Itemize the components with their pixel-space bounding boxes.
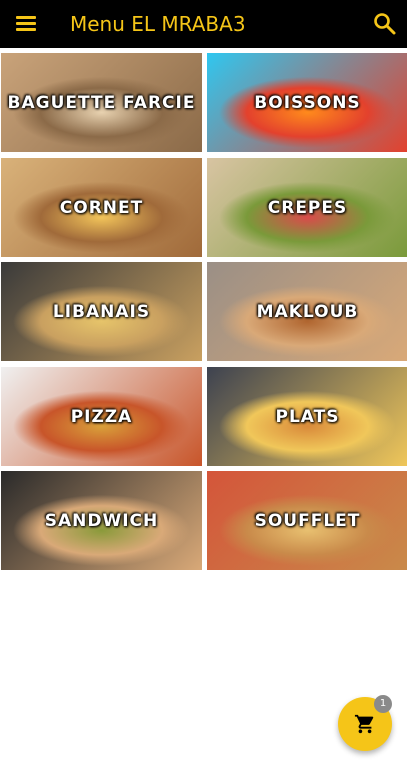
category-image [207, 471, 407, 570]
category-image [1, 262, 202, 361]
category-tile-soufflet[interactable]: SOUFFLET [207, 471, 407, 570]
category-tile-pizza[interactable]: PIZZA [1, 367, 202, 466]
search-icon[interactable] [372, 11, 398, 37]
category-image [1, 158, 202, 257]
category-image [1, 471, 202, 570]
category-image [1, 53, 202, 152]
cart-count-badge: 1 [374, 695, 392, 713]
category-image [207, 158, 407, 257]
category-tile-crepes[interactable]: CREPES [207, 158, 407, 257]
hamburger-menu-icon[interactable] [14, 12, 38, 36]
category-tile-sandwich[interactable]: SANDWICH [1, 471, 202, 570]
app-bar: Menu EL MRABA3 [0, 0, 407, 48]
category-tile-cornet[interactable]: CORNET [1, 158, 202, 257]
category-image [207, 367, 407, 466]
shopping-cart-icon [354, 714, 374, 734]
category-tile-makloub[interactable]: MAKLOUB [207, 262, 407, 361]
page-title: Menu EL MRABA3 [70, 12, 246, 36]
category-tile-plats[interactable]: PLATS [207, 367, 407, 466]
category-tile-boissons[interactable]: BOISSONS [207, 53, 407, 152]
category-image [207, 53, 407, 152]
category-image [207, 262, 407, 361]
category-tile-baguette-farcie[interactable]: BAGUETTE FARCIE [1, 53, 202, 152]
category-tile-libanais[interactable]: LIBANAIS [1, 262, 202, 361]
cart-button[interactable]: 1 [338, 695, 392, 751]
category-image [1, 367, 202, 466]
